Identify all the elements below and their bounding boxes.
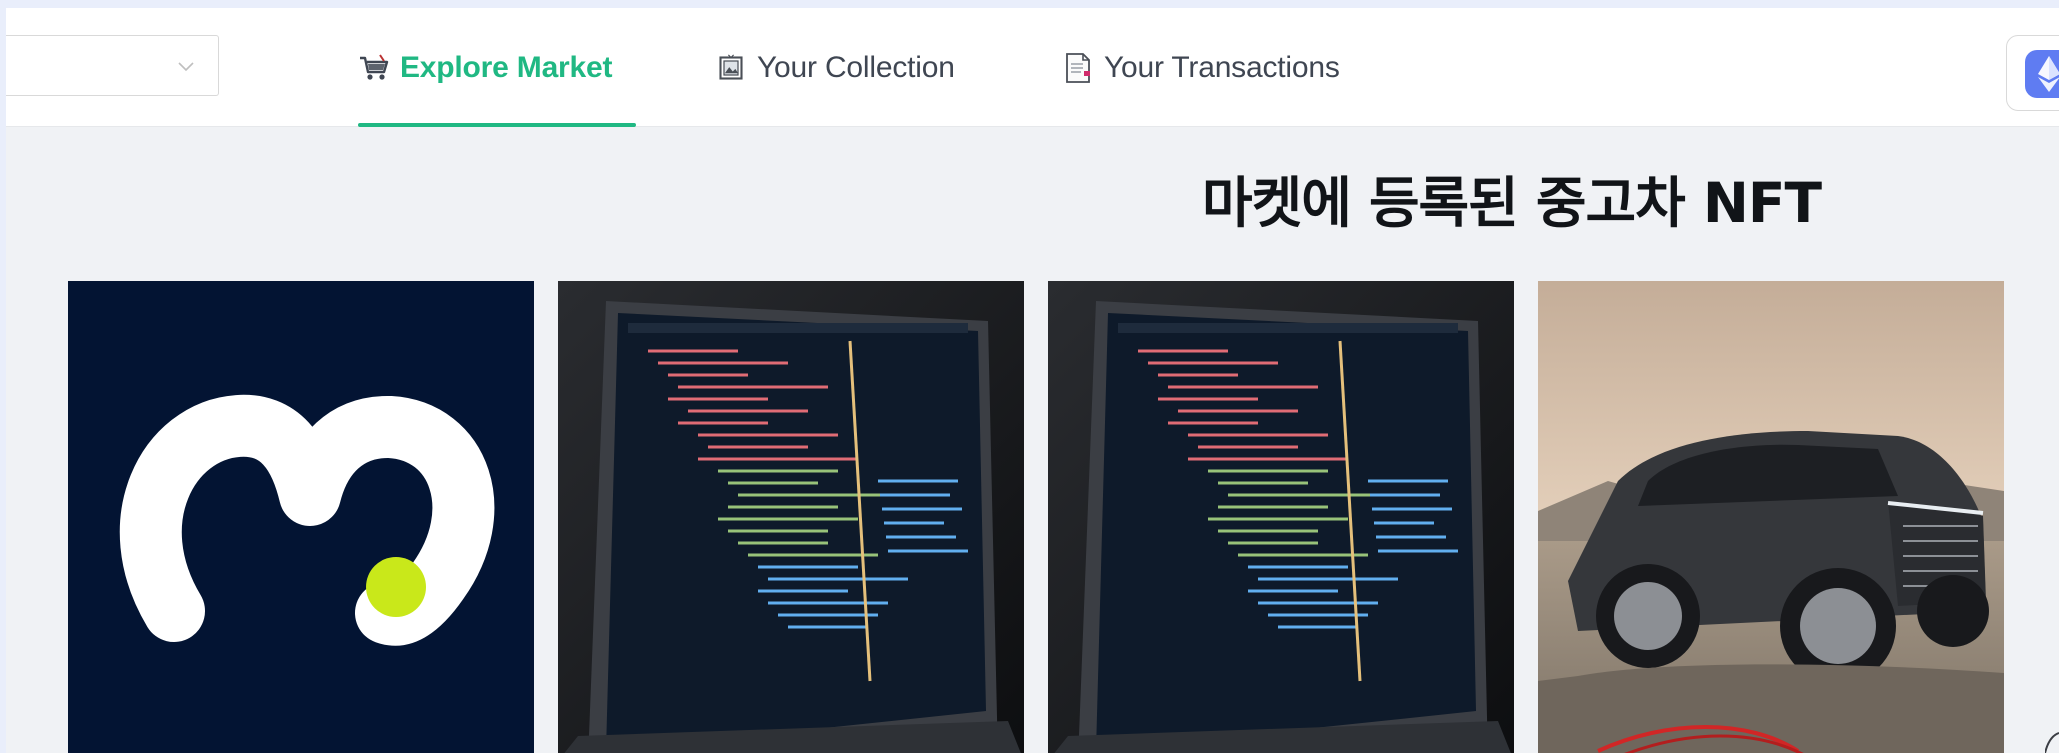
wallet-button[interactable] <box>2006 35 2059 111</box>
shopping-cart-icon <box>358 52 390 84</box>
tab-your-collection[interactable]: Your Collection <box>715 8 991 127</box>
tab-explore-market[interactable]: Explore Market <box>358 8 636 127</box>
network-select[interactable] <box>6 35 219 96</box>
document-icon <box>1062 52 1094 84</box>
brand-logo-image <box>68 281 534 753</box>
tab-your-transactions[interactable]: Your Transactions <box>1062 8 1392 127</box>
tab-your-transactions-label: Your Transactions <box>1104 50 1340 84</box>
nft-card-brand-logo[interactable] <box>68 281 534 753</box>
chevron-down-icon <box>178 62 194 72</box>
nft-card-suv[interactable] <box>1538 281 2004 753</box>
app-viewport: Explore Market Your Collection Your Tran… <box>6 8 2059 753</box>
tab-explore-market-label: Explore Market <box>400 50 613 84</box>
laptop-image <box>558 281 1024 753</box>
edge-decoration <box>2045 732 2059 753</box>
laptop-image <box>1048 281 1514 753</box>
framed-picture-icon <box>715 52 747 84</box>
page-title: 마켓에 등록된 중고차 NFT <box>1202 171 1822 235</box>
tab-your-collection-label: Your Collection <box>757 50 955 84</box>
suv-image <box>1538 281 2004 753</box>
nft-card-laptop-code[interactable] <box>558 281 1024 753</box>
nft-card-laptop-code[interactable] <box>1048 281 1514 753</box>
ethereum-icon <box>2025 50 2059 98</box>
top-navigation: Explore Market Your Collection Your Tran… <box>6 8 2059 127</box>
